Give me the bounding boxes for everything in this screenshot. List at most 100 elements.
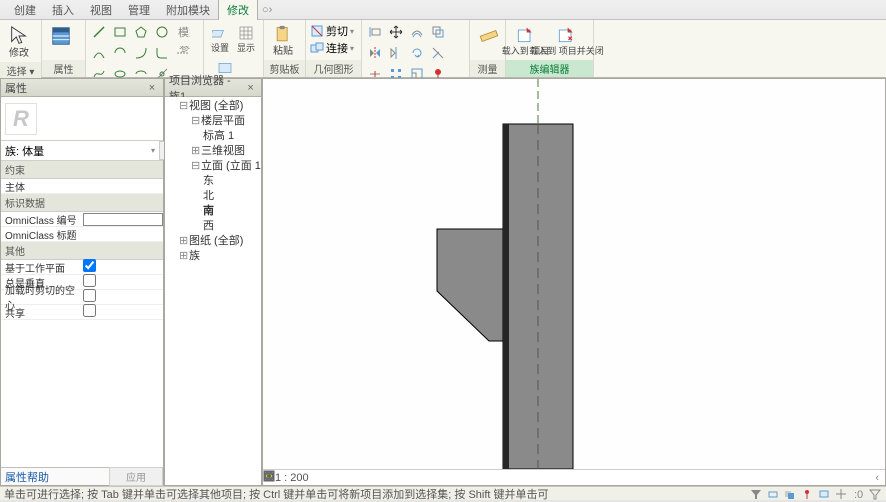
browser-header: 项目浏览器 - 族1 × xyxy=(165,79,261,97)
copy-icon[interactable] xyxy=(429,23,447,41)
cut-geometry-button[interactable]: 剪切▾ xyxy=(310,23,354,39)
scale-value[interactable]: 1 : 200 xyxy=(275,472,309,484)
circle-icon[interactable] xyxy=(153,23,171,41)
tree-toggle-icon[interactable]: ⊟ xyxy=(191,114,201,129)
families-node[interactable]: 族 xyxy=(189,250,200,262)
browser-close-icon[interactable]: × xyxy=(244,82,257,94)
tree-toggle-icon[interactable]: ⊞ xyxy=(179,249,189,264)
mirror-draw-icon[interactable] xyxy=(387,44,405,62)
visual-style-icon[interactable] xyxy=(341,471,355,485)
tree-toggle-icon[interactable]: ⊞ xyxy=(179,234,189,249)
chevron-down-icon[interactable]: ▾ xyxy=(151,146,155,155)
scroll-left-icon[interactable]: ‹ xyxy=(875,472,879,484)
ref-plane-icon[interactable]: 参照 xyxy=(174,44,192,62)
crop-view-icon[interactable] xyxy=(395,471,409,485)
ribbon-group-family-editor: 载入到 项目 载入到 项目并关闭 族编辑器 xyxy=(506,20,594,77)
arc-start-icon[interactable] xyxy=(90,44,108,62)
cut-with-voids-checkbox[interactable] xyxy=(83,289,96,302)
other-section: 其他 xyxy=(1,242,163,260)
modify-button[interactable]: 修改 xyxy=(4,23,34,62)
properties-help-link[interactable]: 属性帮助 xyxy=(1,469,49,485)
ribbon-group-properties: 属性 xyxy=(42,20,86,77)
south-node[interactable]: 南 xyxy=(203,205,214,217)
constraints-section: 约束 xyxy=(1,161,163,179)
selection-count-icon[interactable]: :0 xyxy=(851,487,865,501)
menu-tab-view[interactable]: 视图 xyxy=(82,0,120,20)
menu-tab-modify[interactable]: 修改 xyxy=(218,0,258,20)
show-workplane-button[interactable]: 显示 xyxy=(234,23,258,56)
set-workplane-button[interactable]: 设置 xyxy=(208,23,232,56)
align-icon[interactable] xyxy=(366,23,384,41)
arc-center-icon[interactable] xyxy=(111,44,129,62)
menu-help-icon[interactable]: ○› xyxy=(262,4,272,16)
properties-panel: 属性 × R ▾ ✎ 编辑类型 约束 主体 标识数据 OmniClass 编号 … xyxy=(0,78,164,486)
omniclass-title-row: OmniClass 标题 xyxy=(1,227,163,242)
ribbon-group-geometry: 剪切▾ 连接▾ 几何图形 xyxy=(306,20,362,77)
menu-tab-create[interactable]: 创建 xyxy=(6,0,44,20)
ribbon-group-workplane: 设置 显示 查看器 工作平面 xyxy=(204,20,264,77)
measure-button[interactable] xyxy=(474,23,504,49)
north-node[interactable]: 北 xyxy=(203,190,214,202)
apply-button[interactable]: 应用 xyxy=(109,467,163,486)
paste-button[interactable]: 粘贴 xyxy=(268,23,298,60)
select-pinned-icon[interactable] xyxy=(800,487,814,501)
drawing-canvas[interactable]: 1 : 200 ‹ xyxy=(262,78,886,486)
line-icon[interactable] xyxy=(90,23,108,41)
rect-icon[interactable] xyxy=(111,23,129,41)
select-underlay-icon[interactable] xyxy=(783,487,797,501)
east-node[interactable]: 东 xyxy=(203,175,214,187)
properties-grid: 约束 主体 标识数据 OmniClass 编号 OmniClass 标题 其他 … xyxy=(1,161,163,467)
workspace: 属性 × R ▾ ✎ 编辑类型 约束 主体 标识数据 OmniClass 编号 … xyxy=(0,78,886,486)
menu-tab-insert[interactable]: 插入 xyxy=(44,0,82,20)
polygon-icon[interactable] xyxy=(132,23,150,41)
tree-toggle-icon[interactable]: ⊟ xyxy=(179,99,189,114)
filter-status-icon[interactable] xyxy=(749,487,763,501)
sheets-node[interactable]: 图纸 (全部) xyxy=(189,235,243,247)
properties-footer: 属性帮助 应用 xyxy=(1,467,163,485)
ribbon-group-modify: 修改 xyxy=(362,20,470,77)
join-geometry-button[interactable]: 连接▾ xyxy=(310,40,354,56)
cut-with-voids-row: 加载时剪切的空心 xyxy=(1,290,163,305)
sun-path-icon[interactable] xyxy=(359,471,373,485)
tree-toggle-icon[interactable]: ⊟ xyxy=(191,159,201,174)
fillet-arc-icon[interactable] xyxy=(153,44,171,62)
workplane-based-checkbox[interactable] xyxy=(83,259,96,272)
level1-node[interactable]: 标高 1 xyxy=(203,130,234,142)
model-text-icon[interactable]: 模型 xyxy=(174,23,192,41)
tree-toggle-icon[interactable]: ⊞ xyxy=(191,144,201,159)
shadow-icon[interactable] xyxy=(377,471,391,485)
drag-elements-icon[interactable] xyxy=(834,487,848,501)
omniclass-number-input[interactable] xyxy=(83,213,163,226)
floorplans-node[interactable]: 楼层平面 xyxy=(201,115,245,127)
select-links-icon[interactable] xyxy=(766,487,780,501)
west-node[interactable]: 西 xyxy=(203,220,214,232)
shared-checkbox[interactable] xyxy=(83,304,96,317)
filter-count-icon[interactable] xyxy=(868,487,882,501)
menu-tab-addins[interactable]: 附加模块 xyxy=(158,0,218,20)
arc-tangent-icon[interactable] xyxy=(132,44,150,62)
rotate-icon[interactable] xyxy=(408,44,426,62)
offset-icon[interactable] xyxy=(408,23,426,41)
hide-isolate-icon[interactable] xyxy=(431,471,445,485)
detail-level-icon[interactable] xyxy=(323,471,337,485)
crop-visible-icon[interactable] xyxy=(413,471,427,485)
workplane-based-row: 基于工作平面 xyxy=(1,260,163,275)
shared-row: 共享 xyxy=(1,305,163,320)
move-icon[interactable] xyxy=(387,23,405,41)
elevations-node[interactable]: 立面 (立面 1) xyxy=(201,160,261,172)
view-control-bar: 1 : 200 ‹ xyxy=(263,469,885,485)
properties-header: 属性 × xyxy=(1,79,163,97)
properties-close-icon[interactable]: × xyxy=(145,82,159,94)
3dviews-node[interactable]: 三维视图 xyxy=(201,145,245,157)
trim-extend-icon[interactable] xyxy=(429,44,447,62)
select-face-icon[interactable] xyxy=(817,487,831,501)
svg-text:模型: 模型 xyxy=(178,25,190,39)
family-type-combo[interactable] xyxy=(5,145,147,157)
load-close-button[interactable]: 载入到 项目并关闭 xyxy=(544,23,589,58)
properties-button[interactable] xyxy=(46,23,76,49)
menu-tab-manage[interactable]: 管理 xyxy=(120,0,158,20)
reveal-hidden-icon[interactable] xyxy=(449,471,463,485)
mirror-axis-icon[interactable] xyxy=(366,44,384,62)
always-vertical-checkbox[interactable] xyxy=(83,274,96,287)
views-node[interactable]: 视图 (全部) xyxy=(189,100,243,112)
